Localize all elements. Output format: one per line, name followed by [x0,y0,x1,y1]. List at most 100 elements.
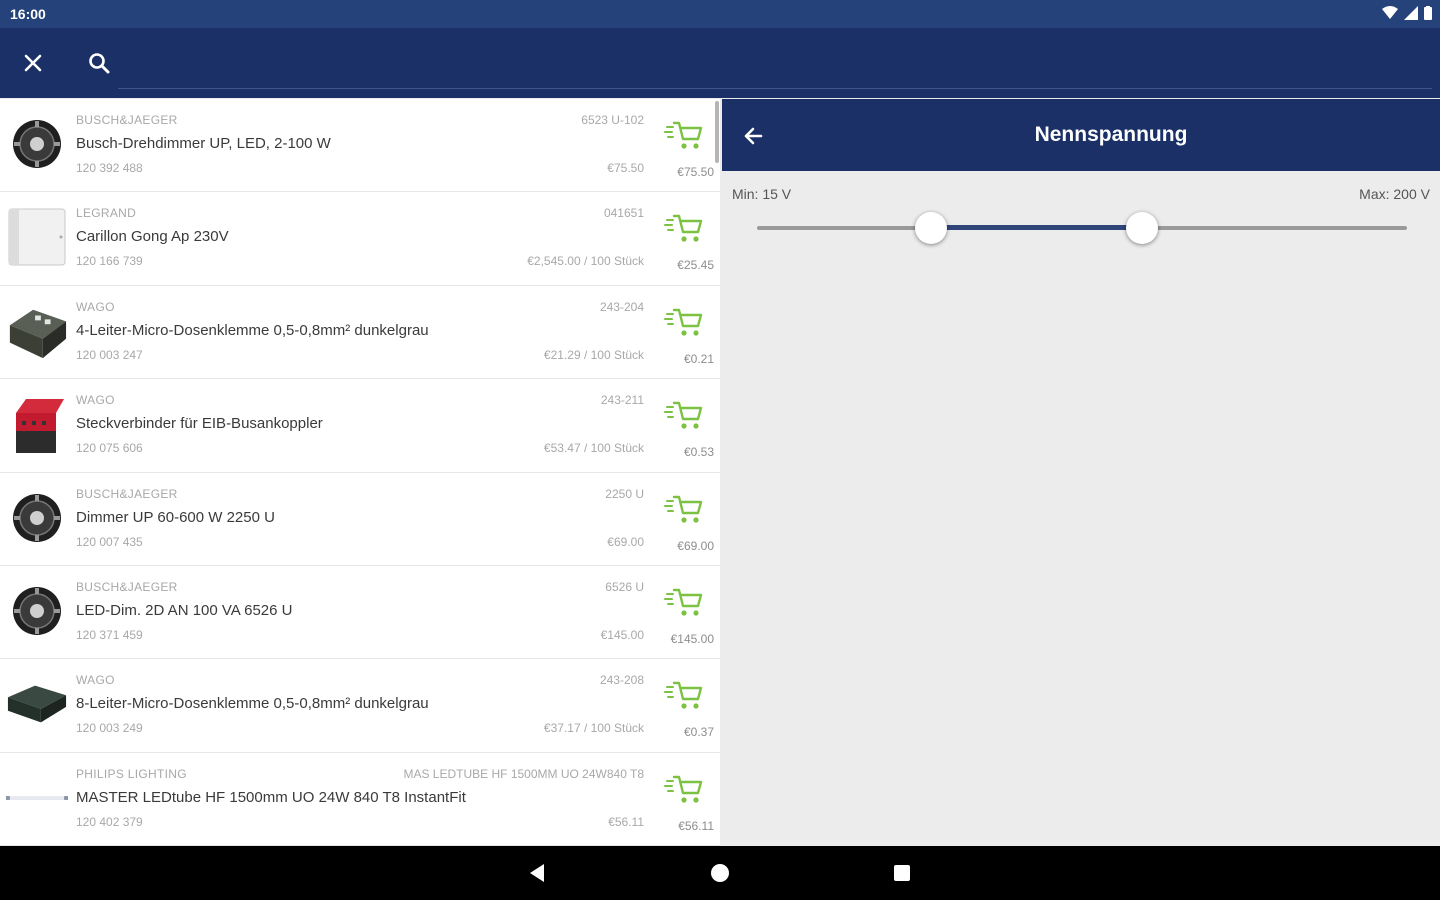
search-input[interactable] [124,44,1428,84]
close-icon [24,54,42,72]
search-button[interactable] [84,48,114,78]
product-row[interactable]: WAGO 243-211 Steckverbinder für EIB-Busank… [0,379,720,473]
product-row[interactable]: BUSCH&JAEGER 6526 U LED-Dim. 2D AN 100 VA … [0,565,720,660]
range-slider[interactable] [757,212,1407,244]
product-row[interactable]: WAGO 243-208 8-Leiter-Micro-Dosenklemme 0,… [0,659,720,753]
product-terminal-image [9,309,67,358]
search-icon [89,53,110,74]
product-tube-image [6,795,68,800]
product-code: 120 392 488 [76,161,143,175]
product-list[interactable]: BUSCH&JAEGER 6523 U-102 Busch-Drehdimmer U… [0,99,720,846]
list-scrollbar[interactable] [715,101,719,163]
add-to-cart-button[interactable] [664,212,704,246]
add-to-cart-icon [664,215,703,242]
signal-icon [1404,6,1418,20]
product-name: LED-Dim. 2D AN 100 VA 6526 U [76,601,293,619]
product-row[interactable]: LEGRAND 041651 Carillon Gong Ap 230V 120 16… [0,192,720,286]
nav-back-icon [530,864,544,882]
product-name: Dimmer UP 60-600 W 2250 U [76,508,275,526]
product-row[interactable]: PHILIPS LIGHTING MAS LEDTUBE HF 1500MM UO… [0,752,720,846]
system-navigation-bar [0,846,1440,900]
product-article-number: 243-208 [599,673,644,688]
product-article-number: MAS LEDTUBE HF 1500MM UO 24W840 T8 [403,766,644,781]
product-row[interactable]: BUSCH&JAEGER 2250 U Dimmer UP 60-600 W 225… [0,472,720,566]
add-to-cart-button[interactable] [664,399,704,433]
battery-icon [1424,6,1432,20]
product-thumbnail [6,206,68,268]
nav-back-button[interactable] [526,861,550,885]
product-row[interactable]: WAGO 243-204 4-Leiter-Micro-Dosenklemme 0,… [0,285,720,380]
product-article-number: 041651 [603,206,644,221]
product-code: 120 166 739 [76,254,143,269]
product-name: Busch-Drehdimmer UP, LED, 2-100 W [76,135,331,152]
product-row[interactable]: BUSCH&JAEGER 6523 U-102 Busch-Drehdimmer U… [0,99,720,193]
product-thumbnail [6,300,68,362]
slider-active-range [931,225,1142,230]
filter-title: Nennspannung [1034,123,1188,146]
product-unit-price: €21.29 / 100 Stück [543,347,644,362]
add-to-cart-icon [664,588,703,616]
min-value-label: Min: 15 V [732,186,792,202]
product-thumbnail [6,673,68,735]
product-thumbnail [6,767,68,829]
product-brand: LEGRAND [76,206,137,221]
product-brand: BUSCH&JAEGER [76,486,178,501]
wifi-icon [1382,6,1398,19]
product-unit-price: €56.11 [608,814,644,829]
filter-header: Nennspannung [722,99,1440,171]
add-to-cart-button[interactable] [664,119,704,153]
product-name: Carillon Gong Ap 230V [76,228,229,246]
max-value-label: Max: 200 V [1359,186,1430,202]
product-unit-price: €37.17 / 100 Stück [543,721,644,736]
product-brand: PHILIPS LIGHTING [76,766,187,781]
product-brand: WAGO [76,393,115,408]
add-to-cart-button[interactable] [664,773,704,807]
product-unit-price: €145.00 [600,627,644,642]
product-price: €0.37 [683,725,714,740]
nav-recents-button[interactable] [890,861,914,885]
product-dimmer-image [13,586,61,635]
close-button[interactable] [18,48,48,78]
add-to-cart-icon [664,121,703,149]
add-to-cart-button[interactable] [664,586,704,620]
product-brand: WAGO [76,299,115,314]
product-article-number: 6526 U [605,579,644,594]
product-thumbnail [6,487,68,549]
add-to-cart-button[interactable] [664,493,704,527]
product-dimmer-image [13,120,61,168]
product-code: 120 007 435 [76,534,143,549]
product-code: 120 003 247 [76,347,143,362]
system-icons [1382,6,1432,20]
product-name: 4-Leiter-Micro-Dosenklemme 0,5-0,8mm² du… [76,321,429,339]
product-thumbnail [6,393,68,455]
add-to-cart-button[interactable] [664,306,704,340]
search-underline [118,88,1432,89]
product-price: €25.45 [677,258,714,273]
product-price: €145.00 [670,631,714,646]
nav-home-button[interactable] [708,861,732,885]
slider-thumb-max[interactable] [1125,212,1158,244]
product-price: €0.21 [683,351,714,366]
product-code: 120 371 459 [76,627,143,642]
nav-home-icon [711,864,729,882]
product-brand: BUSCH&JAEGER [76,113,178,127]
slider-thumb-min[interactable] [915,212,948,244]
product-connector-image [16,399,64,454]
product-code: 120 402 379 [76,814,143,829]
product-thumbnail [6,580,68,642]
add-to-cart-icon [664,308,703,336]
product-code: 120 075 606 [76,441,143,456]
product-terminal-image [7,685,67,723]
product-unit-price: €2,545.00 / 100 Stück [527,254,644,269]
product-price: €56.11 [678,818,714,833]
product-dimmer-image [13,493,61,542]
product-article-number: 6523 U-102 [581,113,644,127]
filter-panel: Nennspannung Min: 15 V Max: 200 V [722,99,1440,846]
product-article-number: 243-211 [600,393,644,408]
add-to-cart-button[interactable] [664,679,704,713]
add-to-cart-icon [664,401,703,429]
product-code: 120 003 249 [76,721,143,736]
product-brand: WAGO [76,673,115,688]
status-time: 16:00 [10,6,46,22]
product-unit-price: €75.50 [607,161,644,175]
